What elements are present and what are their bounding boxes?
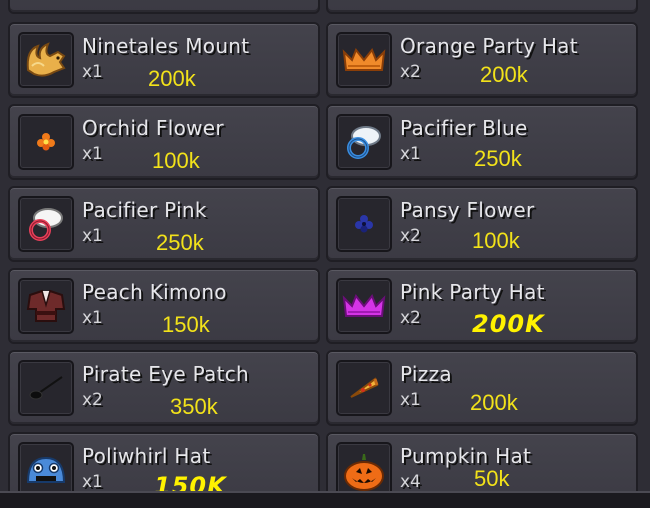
item-name: Pacifier Blue	[400, 116, 528, 140]
item-price: 100k	[472, 228, 520, 253]
inventory-grid: Ninetales Mount x1 200k Orange Party Hat…	[0, 0, 650, 508]
item-slot-pink-party-hat[interactable]: Pink Party Hat x2 200K	[326, 268, 638, 344]
item-slot-pacifier-pink[interactable]: Pacifier Pink x1 250k	[8, 186, 320, 262]
item-price: 50k	[474, 466, 510, 491]
item-quantity: x1	[400, 390, 421, 410]
peach-kimono-icon	[18, 278, 74, 334]
item-quantity: x1	[82, 472, 103, 492]
item-quantity: x1	[400, 144, 421, 164]
item-name: Pacifier Pink	[82, 198, 207, 222]
item-price: 200k	[470, 390, 518, 415]
bottom-bar	[0, 491, 650, 508]
item-name: Pink Party Hat	[400, 280, 545, 304]
item-quantity: x1	[82, 226, 103, 246]
item-slot-pacifier-blue[interactable]: Pacifier Blue x1 250k	[326, 104, 638, 180]
item-name: Peach Kimono	[82, 280, 227, 304]
item-slot-peach-kimono[interactable]: Peach Kimono x1 150k	[8, 268, 320, 344]
item-price: 250k	[474, 146, 522, 171]
poliwhirl-hat-icon	[18, 442, 74, 498]
item-quantity: x4	[400, 472, 421, 492]
item-slot-pirate-eye-patch[interactable]: Pirate Eye Patch x2 350k	[8, 350, 320, 426]
item-name: Pumpkin Hat	[400, 444, 532, 468]
item-slot-pansy-flower[interactable]: Pansy Flower x2 100k	[326, 186, 638, 262]
item-quantity: x1	[82, 144, 103, 164]
item-quantity: x2	[400, 308, 421, 328]
item-quantity: x2	[82, 390, 103, 410]
item-quantity: x1	[82, 308, 103, 328]
item-name: Pizza	[400, 362, 452, 386]
item-price: 100k	[152, 148, 200, 173]
pansy-flower-icon	[336, 196, 392, 252]
pink-party-hat-icon	[336, 278, 392, 334]
item-name: Orange Party Hat	[400, 34, 578, 58]
item-price: 150k	[162, 312, 210, 337]
item-quantity: x1	[82, 62, 103, 82]
item-price: 350k	[170, 394, 218, 419]
pirate-eye-patch-icon	[18, 360, 74, 416]
item-slot-partial[interactable]	[8, 0, 320, 14]
item-slot-partial[interactable]	[326, 0, 638, 14]
item-price: 200k	[148, 66, 196, 91]
item-price: 250k	[156, 230, 204, 255]
item-slot-orchid-flower[interactable]: Orchid Flower x1 100k	[8, 104, 320, 180]
item-name: Pansy Flower	[400, 198, 535, 222]
item-slot-orange-party-hat[interactable]: Orange Party Hat x2 200k	[326, 22, 638, 98]
pacifier-pink-icon	[18, 196, 74, 252]
ninetales-icon	[18, 32, 74, 88]
item-price: 200k	[480, 62, 528, 87]
pacifier-blue-icon	[336, 114, 392, 170]
orchid-flower-icon	[18, 114, 74, 170]
item-name: Ninetales Mount	[82, 34, 250, 58]
item-name: Pirate Eye Patch	[82, 362, 250, 386]
item-price: 200K	[472, 310, 545, 338]
item-slot-ninetales-mount[interactable]: Ninetales Mount x1 200k	[8, 22, 320, 98]
item-name: Poliwhirl Hat	[82, 444, 211, 468]
pizza-icon	[336, 360, 392, 416]
item-name: Orchid Flower	[82, 116, 224, 140]
orange-party-hat-icon	[336, 32, 392, 88]
item-quantity: x2	[400, 226, 421, 246]
item-quantity: x2	[400, 62, 421, 82]
item-slot-pizza[interactable]: Pizza x1 200k	[326, 350, 638, 426]
pumpkin-hat-icon	[336, 442, 392, 498]
